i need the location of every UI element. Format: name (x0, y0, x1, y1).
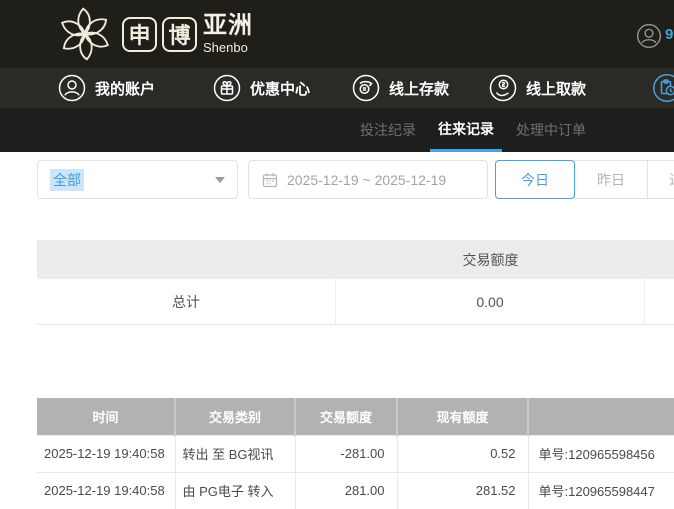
col-header-amount: 交易额度 (294, 398, 397, 436)
page: 申 博 亚洲 Shenbo 9 我的账户 优惠中心 线上存款 线上取款 投注纪录… (0, 0, 674, 509)
main-nav: 我的账户 优惠中心 线上存款 线上取款 (0, 68, 674, 108)
cell-balance: 281.52 (396, 472, 528, 509)
account-avatar-icon[interactable] (636, 23, 662, 49)
col-header-time: 时间 (37, 398, 175, 436)
record-tabs: 投注纪录 往来记录 处理中订单 (0, 108, 674, 152)
gift-icon (213, 74, 241, 102)
nav-label: 我的账户 (95, 80, 156, 98)
summary-header-row: 交易额度 (37, 240, 674, 279)
calendar-icon (262, 172, 278, 187)
records-icon[interactable] (652, 73, 674, 103)
summary-header-amount: 交易额度 (462, 251, 519, 268)
transactions-header-row: 时间 交易类别 交易额度 现有额度 (37, 398, 674, 436)
cell-time: 2025-12-19 19:40:58 (37, 472, 175, 509)
col-header-type: 交易类别 (174, 398, 295, 436)
withdraw-icon (489, 74, 517, 102)
username-text[interactable]: 9 (665, 26, 673, 43)
date-range-input[interactable]: 2025-12-19 ~ 2025-12-19 (248, 160, 488, 199)
tab-betting-records[interactable]: 投注纪录 (352, 108, 424, 152)
cell-type: 转出 至 BG视讯 (174, 435, 295, 473)
brand-wordmark: 亚洲 Shenbo (203, 12, 253, 55)
cell-time: 2025-12-19 19:40:58 (37, 435, 175, 473)
deposit-icon (352, 74, 380, 102)
summary-total-row: 总计 0.00 (37, 279, 674, 325)
brand-region: 亚洲 (203, 12, 253, 39)
summary-table: 交易额度 总计 0.00 (37, 240, 674, 325)
today-button[interactable]: 今日 (495, 160, 575, 199)
user-icon (58, 74, 86, 102)
transactions-table: 时间 交易类别 交易额度 现有额度 2025-12-19 19:40:58 转出… (37, 398, 674, 509)
type-select[interactable]: 全部 (37, 160, 238, 199)
summary-total-label: 总计 (37, 279, 336, 324)
cell-ref: 单号:120965598447 (527, 472, 674, 509)
table-row: 2025-12-19 19:40:58 转出 至 BG视讯 -281.00 0.… (37, 435, 674, 473)
nav-label: 优惠中心 (250, 80, 311, 98)
flower-logo-icon (61, 7, 109, 61)
tab-pending-orders[interactable]: 处理中订单 (508, 108, 594, 152)
cell-amount: -281.00 (294, 435, 397, 473)
summary-total-value: 0.00 (336, 279, 645, 324)
brand-header: 申 博 亚洲 Shenbo 9 (0, 0, 674, 68)
brand-glyph-boxes: 申 博 (122, 16, 197, 52)
col-header-ref (527, 398, 674, 436)
brand-glyph-right: 博 (162, 16, 197, 52)
cell-type: 由 PG电子 转入 (174, 472, 295, 509)
chevron-down-icon (215, 176, 225, 183)
nav-item-withdraw[interactable]: 线上取款 (489, 74, 586, 102)
nav-item-deposit[interactable]: 线上存款 (352, 74, 449, 102)
tab-transaction-records[interactable]: 往来记录 (430, 108, 502, 152)
last7days-button[interactable]: 近7日 (647, 160, 674, 199)
nav-label: 线上存款 (389, 80, 450, 98)
brand-latin: Shenbo (203, 40, 248, 55)
date-range-value: 2025-12-19 ~ 2025-12-19 (287, 171, 447, 188)
brand-glyph-left: 申 (122, 16, 157, 52)
type-select-value: 全部 (50, 168, 84, 191)
nav-item-promotions[interactable]: 优惠中心 (213, 74, 310, 102)
cell-amount: 281.00 (294, 472, 397, 509)
quick-date-buttons: 今日 昨日 近7日 (495, 160, 674, 199)
nav-label: 线上取款 (526, 80, 587, 98)
yesterday-button[interactable]: 昨日 (574, 160, 648, 199)
table-row: 2025-12-19 19:40:58 由 PG电子 转入 281.00 281… (37, 472, 674, 509)
col-header-balance: 现有额度 (396, 398, 528, 436)
cell-ref: 单号:120965598456 (527, 435, 674, 473)
nav-item-my-account[interactable]: 我的账户 (58, 74, 155, 102)
cell-balance: 0.52 (396, 435, 528, 473)
brand-logo[interactable]: 申 博 亚洲 Shenbo (56, 5, 253, 63)
